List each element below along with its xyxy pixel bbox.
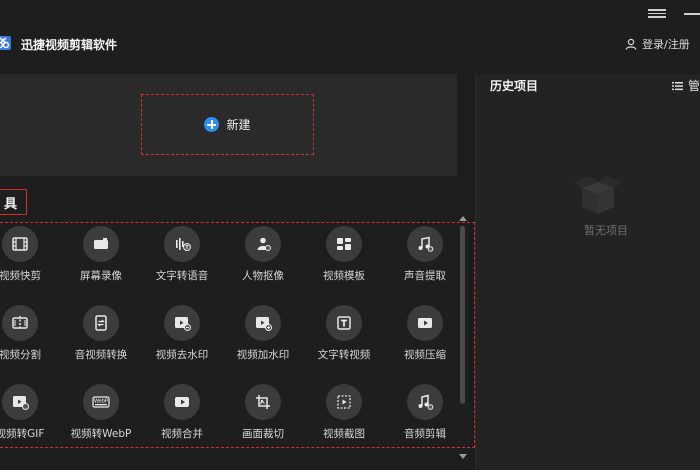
tool-icon-circle bbox=[245, 305, 281, 341]
list-icon bbox=[672, 81, 683, 90]
person-cutout-icon bbox=[257, 237, 271, 251]
audio-edit-icon bbox=[418, 394, 434, 410]
login-button[interactable]: 登录/注册 bbox=[625, 36, 690, 52]
app-title: 迅捷视频剪辑软件 bbox=[21, 38, 118, 52]
empty-box-icon bbox=[574, 176, 622, 214]
minimize-button[interactable] bbox=[684, 13, 700, 15]
tool-icon-circle bbox=[407, 226, 443, 262]
template-icon bbox=[337, 238, 351, 250]
tool-crop[interactable]: 画面裁切 bbox=[223, 381, 303, 443]
tool-icon-circle bbox=[164, 226, 200, 262]
split-video-icon bbox=[12, 316, 28, 330]
tool-av-convert[interactable]: 音视频转换 bbox=[61, 302, 141, 364]
webp-icon: WebP bbox=[92, 396, 110, 408]
film-icon bbox=[12, 237, 28, 251]
tool-icon-circle bbox=[164, 384, 200, 420]
main-panel: 新建 具 视频快剪 屏幕录像 文字转语音 人物抠像 视频模板 声音提取 视频分割 音视频转换视… bbox=[0, 74, 475, 470]
tool-remove-watermark[interactable]: 视频去水印 bbox=[142, 302, 222, 364]
new-project-area: 新建 bbox=[0, 74, 457, 176]
menu-icon[interactable] bbox=[648, 7, 666, 21]
tools-panel: 视频快剪 屏幕录像 文字转语音 人物抠像 视频模板 声音提取 视频分割 音视频转换 视频去水印视… bbox=[0, 222, 475, 448]
new-project-label: 新建 bbox=[226, 118, 251, 132]
tools-section-title: 具 bbox=[0, 189, 27, 215]
tool-webp[interactable]: WebP 视频转WebP bbox=[61, 381, 141, 443]
add-watermark-icon bbox=[256, 317, 272, 331]
tool-icon-circle bbox=[245, 384, 281, 420]
tool-merge-video[interactable]: 视频合并 bbox=[142, 381, 222, 443]
merge-video-icon bbox=[175, 397, 189, 407]
app-logo-icon bbox=[0, 36, 11, 50]
history-title: 历史项目 bbox=[490, 79, 539, 93]
text-to-speech-icon bbox=[176, 238, 191, 251]
scroll-thumb[interactable] bbox=[460, 226, 465, 404]
tool-add-watermark[interactable]: 视频加水印 bbox=[223, 302, 303, 364]
crop-icon bbox=[256, 395, 270, 409]
tools-scrollbar[interactable] bbox=[458, 216, 468, 470]
tool-icon-circle bbox=[407, 384, 443, 420]
scroll-up-arrow[interactable] bbox=[459, 216, 467, 221]
tool-icon-circle bbox=[245, 226, 281, 262]
tool-audio-edit[interactable]: 音频剪辑 bbox=[385, 381, 465, 443]
tool-screenshot[interactable]: 视频截图 bbox=[304, 381, 384, 443]
text-to-video-icon bbox=[337, 316, 351, 330]
tool-icon-circle bbox=[2, 226, 38, 262]
tools-grid: 视频快剪 屏幕录像 文字转语音 人物抠像 视频模板 声音提取 视频分割 音视频转换 视频去水印视… bbox=[0, 223, 457, 449]
tool-template[interactable]: 视频模板 bbox=[304, 223, 384, 285]
title-bar: 迅捷视频剪辑软件 登录/注册 bbox=[0, 0, 700, 74]
tool-icon-circle: WebP bbox=[83, 384, 119, 420]
av-convert-icon bbox=[95, 315, 107, 331]
app-window: 迅捷视频剪辑软件 登录/注册 新建 具 视频快剪 屏幕录像 文字转语音 人物抠像 视频模… bbox=[0, 0, 700, 470]
remove-watermark-icon bbox=[175, 317, 191, 331]
user-icon bbox=[625, 38, 637, 50]
plus-icon bbox=[204, 117, 220, 132]
tool-camera[interactable]: 屏幕录像 bbox=[61, 223, 141, 285]
compress-video-icon bbox=[418, 318, 432, 328]
audio-extract-icon bbox=[418, 236, 434, 252]
tool-icon-circle bbox=[326, 226, 362, 262]
tool-icon-circle bbox=[326, 384, 362, 420]
tool-icon-circle bbox=[407, 305, 443, 341]
tool-icon-circle bbox=[2, 305, 38, 341]
camera-icon bbox=[94, 238, 108, 249]
tool-icon-circle bbox=[164, 305, 200, 341]
history-panel: 历史项目 管 暂无项目 bbox=[475, 74, 700, 470]
tool-icon-circle bbox=[326, 305, 362, 341]
empty-history-text: 暂无项目 bbox=[584, 224, 628, 237]
manage-label: 管 bbox=[688, 79, 700, 93]
gif-icon bbox=[13, 396, 29, 410]
tool-audio-extract[interactable]: 声音提取 bbox=[385, 223, 465, 285]
scroll-down-arrow[interactable] bbox=[459, 454, 467, 459]
tool-icon-circle bbox=[83, 226, 119, 262]
tool-text-to-video[interactable]: 文字转视频 bbox=[304, 302, 384, 364]
tool-compress-video[interactable]: 视频压缩 bbox=[385, 302, 465, 364]
tool-text-to-speech[interactable]: 文字转语音 bbox=[142, 223, 222, 285]
tool-icon-circle bbox=[83, 305, 119, 341]
manage-button[interactable]: 管 bbox=[672, 77, 700, 94]
screenshot-icon bbox=[337, 395, 351, 409]
login-label: 登录/注册 bbox=[642, 38, 690, 51]
new-project-button[interactable]: 新建 bbox=[141, 94, 314, 155]
tool-person-cutout[interactable]: 人物抠像 bbox=[223, 223, 303, 285]
tool-icon-circle bbox=[2, 384, 38, 420]
webp-badge-text: WebP bbox=[94, 399, 108, 405]
